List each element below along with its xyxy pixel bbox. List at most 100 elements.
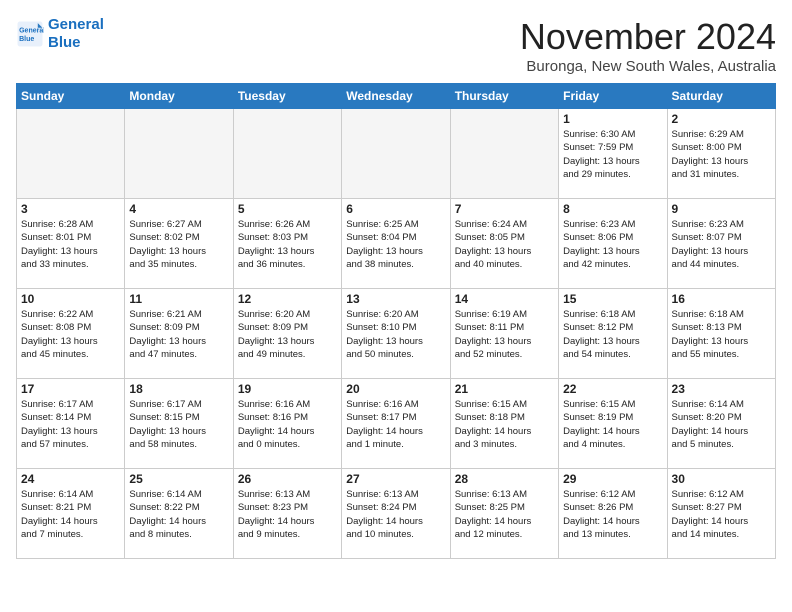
cell-info: Sunrise: 6:13 AM Sunset: 8:24 PM Dayligh… xyxy=(346,488,445,541)
calendar-cell: 8Sunrise: 6:23 AM Sunset: 8:06 PM Daylig… xyxy=(559,199,667,289)
location: Buronga, New South Wales, Australia xyxy=(520,58,776,75)
calendar-cell: 7 Sunrise: 6:24 AM Sunset: 8:05 PM Daylig… xyxy=(450,199,558,289)
svg-text:General: General xyxy=(19,27,44,34)
day-number: 5 xyxy=(238,202,337,216)
day-number: 15 xyxy=(563,292,662,306)
calendar-cell: 9 Sunrise: 6:23 AM Sunset: 8:07 PM Daylig… xyxy=(667,199,775,289)
day-number: 16 xyxy=(672,292,771,306)
calendar-cell xyxy=(342,109,450,199)
calendar-cell: 19 Sunrise: 6:16 AM Sunset: 8:16 PM Dayli… xyxy=(233,379,341,469)
day-number: 26 xyxy=(238,472,337,486)
cell-info: Sunrise: 6:27 AM Sunset: 8:02 PM Dayligh… xyxy=(129,218,228,271)
cell-info: Sunrise: 6:26 AM Sunset: 8:03 PM Dayligh… xyxy=(238,218,337,271)
day-number: 29 xyxy=(563,472,662,486)
day-number: 13 xyxy=(346,292,445,306)
day-number: 19 xyxy=(238,382,337,396)
day-number: 25 xyxy=(129,472,228,486)
day-number: 23 xyxy=(672,382,771,396)
cell-info: Sunrise: 6:30 AM Sunset: 7:59 PM Dayligh… xyxy=(563,128,662,181)
week-row-1: 1 Sunrise: 6:30 AM Sunset: 7:59 PM Daylig… xyxy=(17,109,776,199)
calendar-cell: 17 Sunrise: 6:17 AM Sunset: 8:14 PM Dayli… xyxy=(17,379,125,469)
day-number: 4 xyxy=(129,202,228,216)
logo-blue: Blue xyxy=(48,34,104,52)
day-number: 9 xyxy=(672,202,771,216)
cell-info: Sunrise: 6:29 AM Sunset: 8:00 PM Dayligh… xyxy=(672,128,771,181)
day-number: 6 xyxy=(346,202,445,216)
cell-info: Sunrise: 6:19 AM Sunset: 8:11 PM Dayligh… xyxy=(455,308,554,361)
calendar-cell: 25Sunrise: 6:14 AM Sunset: 8:22 PM Dayli… xyxy=(125,469,233,559)
calendar-cell: 18Sunrise: 6:17 AM Sunset: 8:15 PM Dayli… xyxy=(125,379,233,469)
header-row: SundayMondayTuesdayWednesdayThursdayFrid… xyxy=(17,84,776,109)
calendar-cell: 3Sunrise: 6:28 AM Sunset: 8:01 PM Daylig… xyxy=(17,199,125,289)
week-row-3: 10Sunrise: 6:22 AM Sunset: 8:08 PM Dayli… xyxy=(17,289,776,379)
cell-info: Sunrise: 6:13 AM Sunset: 8:25 PM Dayligh… xyxy=(455,488,554,541)
cell-info: Sunrise: 6:23 AM Sunset: 8:07 PM Dayligh… xyxy=(672,218,771,271)
day-number: 28 xyxy=(455,472,554,486)
day-number: 12 xyxy=(238,292,337,306)
cell-info: Sunrise: 6:25 AM Sunset: 8:04 PM Dayligh… xyxy=(346,218,445,271)
cell-info: Sunrise: 6:12 AM Sunset: 8:27 PM Dayligh… xyxy=(672,488,771,541)
calendar-cell: 30 Sunrise: 6:12 AM Sunset: 8:27 PM Dayli… xyxy=(667,469,775,559)
cell-info: Sunrise: 6:16 AM Sunset: 8:17 PM Dayligh… xyxy=(346,398,445,451)
day-number: 17 xyxy=(21,382,120,396)
cell-info: Sunrise: 6:13 AM Sunset: 8:23 PM Dayligh… xyxy=(238,488,337,541)
calendar-cell: 13Sunrise: 6:20 AM Sunset: 8:10 PM Dayli… xyxy=(342,289,450,379)
calendar-cell: 26 Sunrise: 6:13 AM Sunset: 8:23 PM Dayli… xyxy=(233,469,341,559)
calendar-cell: 24 Sunrise: 6:14 AM Sunset: 8:21 PM Dayli… xyxy=(17,469,125,559)
day-number: 7 xyxy=(455,202,554,216)
cell-info: Sunrise: 6:14 AM Sunset: 8:21 PM Dayligh… xyxy=(21,488,120,541)
day-number: 1 xyxy=(563,112,662,126)
page-header: General Blue General Blue November 2024 … xyxy=(16,16,776,75)
col-header-saturday: Saturday xyxy=(667,84,775,109)
cell-info: Sunrise: 6:14 AM Sunset: 8:20 PM Dayligh… xyxy=(672,398,771,451)
svg-text:Blue: Blue xyxy=(19,36,34,43)
cell-info: Sunrise: 6:17 AM Sunset: 8:14 PM Dayligh… xyxy=(21,398,120,451)
logo-general: General xyxy=(48,16,104,34)
calendar-cell: 11Sunrise: 6:21 AM Sunset: 8:09 PM Dayli… xyxy=(125,289,233,379)
calendar-cell: 2 Sunrise: 6:29 AM Sunset: 8:00 PM Daylig… xyxy=(667,109,775,199)
calendar-cell: 10Sunrise: 6:22 AM Sunset: 8:08 PM Dayli… xyxy=(17,289,125,379)
cell-info: Sunrise: 6:18 AM Sunset: 8:12 PM Dayligh… xyxy=(563,308,662,361)
cell-info: Sunrise: 6:18 AM Sunset: 8:13 PM Dayligh… xyxy=(672,308,771,361)
calendar-cell: 21Sunrise: 6:15 AM Sunset: 8:18 PM Dayli… xyxy=(450,379,558,469)
calendar-cell xyxy=(233,109,341,199)
cell-info: Sunrise: 6:12 AM Sunset: 8:26 PM Dayligh… xyxy=(563,488,662,541)
day-number: 11 xyxy=(129,292,228,306)
cell-info: Sunrise: 6:20 AM Sunset: 8:09 PM Dayligh… xyxy=(238,308,337,361)
col-header-sunday: Sunday xyxy=(17,84,125,109)
col-header-wednesday: Wednesday xyxy=(342,84,450,109)
cell-info: Sunrise: 6:24 AM Sunset: 8:05 PM Dayligh… xyxy=(455,218,554,271)
month-title: November 2024 xyxy=(520,16,776,58)
calendar-cell: 20Sunrise: 6:16 AM Sunset: 8:17 PM Dayli… xyxy=(342,379,450,469)
cell-info: Sunrise: 6:28 AM Sunset: 8:01 PM Dayligh… xyxy=(21,218,120,271)
day-number: 27 xyxy=(346,472,445,486)
calendar-cell: 6 Sunrise: 6:25 AM Sunset: 8:04 PM Daylig… xyxy=(342,199,450,289)
calendar-cell: 23 Sunrise: 6:14 AM Sunset: 8:20 PM Dayli… xyxy=(667,379,775,469)
calendar-cell xyxy=(17,109,125,199)
day-number: 22 xyxy=(563,382,662,396)
calendar-cell: 14Sunrise: 6:19 AM Sunset: 8:11 PM Dayli… xyxy=(450,289,558,379)
calendar-table: SundayMondayTuesdayWednesdayThursdayFrid… xyxy=(16,83,776,559)
calendar-cell: 12 Sunrise: 6:20 AM Sunset: 8:09 PM Dayli… xyxy=(233,289,341,379)
day-number: 2 xyxy=(672,112,771,126)
day-number: 24 xyxy=(21,472,120,486)
calendar-cell: 5 Sunrise: 6:26 AM Sunset: 8:03 PM Daylig… xyxy=(233,199,341,289)
cell-info: Sunrise: 6:16 AM Sunset: 8:16 PM Dayligh… xyxy=(238,398,337,451)
calendar-cell: 4 Sunrise: 6:27 AM Sunset: 8:02 PM Daylig… xyxy=(125,199,233,289)
calendar-cell: 15 Sunrise: 6:18 AM Sunset: 8:12 PM Dayli… xyxy=(559,289,667,379)
cell-info: Sunrise: 6:17 AM Sunset: 8:15 PM Dayligh… xyxy=(129,398,228,451)
week-row-5: 24 Sunrise: 6:14 AM Sunset: 8:21 PM Dayli… xyxy=(17,469,776,559)
day-number: 30 xyxy=(672,472,771,486)
day-number: 10 xyxy=(21,292,120,306)
calendar-cell: 29 Sunrise: 6:12 AM Sunset: 8:26 PM Dayli… xyxy=(559,469,667,559)
col-header-friday: Friday xyxy=(559,84,667,109)
calendar-cell: 27 Sunrise: 6:13 AM Sunset: 8:24 PM Dayli… xyxy=(342,469,450,559)
day-number: 8 xyxy=(563,202,662,216)
title-block: November 2024 Buronga, New South Wales, … xyxy=(520,16,776,75)
cell-info: Sunrise: 6:15 AM Sunset: 8:19 PM Dayligh… xyxy=(563,398,662,451)
calendar-cell xyxy=(450,109,558,199)
col-header-monday: Monday xyxy=(125,84,233,109)
calendar-cell: 22 Sunrise: 6:15 AM Sunset: 8:19 PM Dayli… xyxy=(559,379,667,469)
logo-icon: General Blue xyxy=(16,20,44,48)
day-number: 21 xyxy=(455,382,554,396)
